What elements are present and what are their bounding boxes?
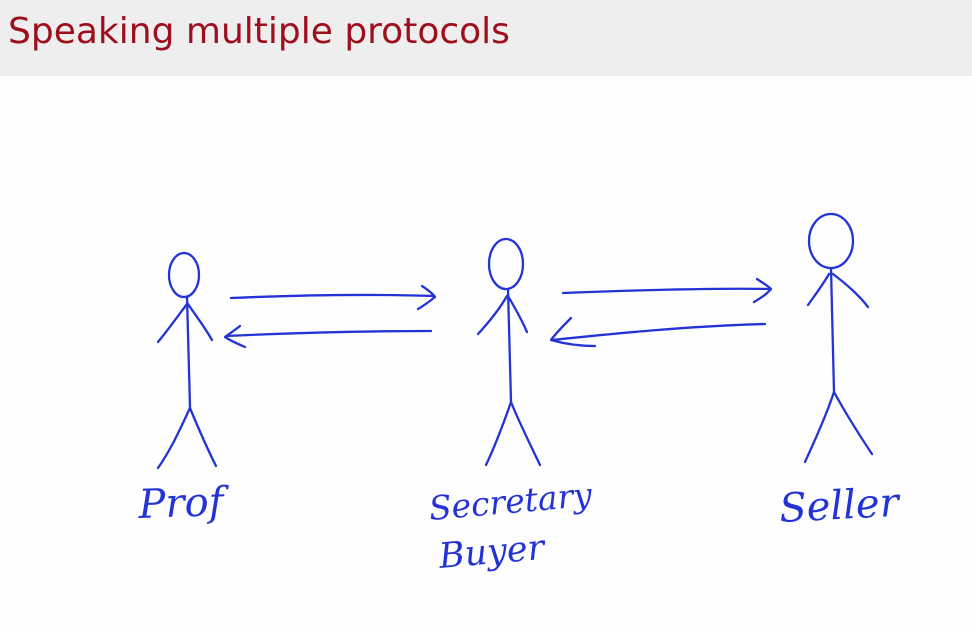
arrow-shaft (561, 287, 772, 295)
whiteboard-drawing: Prof Secretary Buyer Seller (0, 76, 972, 630)
arrow-shaft (550, 322, 767, 342)
prof-body (185, 295, 192, 410)
title-bar: Speaking multiple protocols (0, 0, 972, 76)
ink-strokes: Prof Secretary Buyer Seller (137, 212, 903, 577)
secretary-body (506, 287, 513, 404)
seller-left-leg (803, 390, 836, 464)
stick-figure-secretary-buyer (476, 237, 542, 467)
secretary-right-arm (506, 294, 529, 334)
prof-left-leg (156, 406, 192, 470)
secretary-left-leg (484, 400, 513, 467)
secretary-right-leg (509, 400, 542, 467)
arrow-shaft (224, 329, 433, 338)
arrow-seller-to-secretary (549, 316, 767, 348)
seller-right-leg (832, 390, 874, 456)
arrow-head (549, 316, 597, 348)
label-secretary: Secretary (427, 475, 593, 528)
prof-left-arm (156, 302, 189, 344)
protocol-diagram: Prof Secretary Buyer Seller (137, 212, 903, 577)
label-seller: Seller (778, 480, 903, 532)
arrow-secretary-to-seller (561, 277, 773, 304)
slide: Speaking multiple protocols Prof Secreta… (0, 0, 972, 630)
seller-left-arm (806, 272, 831, 307)
label-buyer: Buyer (436, 528, 548, 577)
seller-head (807, 212, 855, 270)
stick-figure-prof (156, 251, 218, 470)
secretary-head (487, 237, 525, 291)
prof-head (167, 251, 201, 299)
arrow-head (416, 284, 437, 311)
label-prof: Prof (137, 479, 231, 528)
slide-title: Speaking multiple protocols (8, 11, 510, 52)
prof-right-leg (188, 406, 218, 468)
prof-right-arm (186, 302, 214, 342)
arrow-head (752, 277, 773, 304)
arrow-secretary-to-prof (223, 324, 433, 349)
seller-body (829, 266, 836, 394)
arrow-prof-to-secretary (229, 284, 437, 311)
secretary-left-arm (476, 294, 509, 336)
arrow-shaft (229, 293, 436, 300)
stick-figure-seller (803, 212, 874, 464)
seller-right-arm (831, 272, 870, 309)
